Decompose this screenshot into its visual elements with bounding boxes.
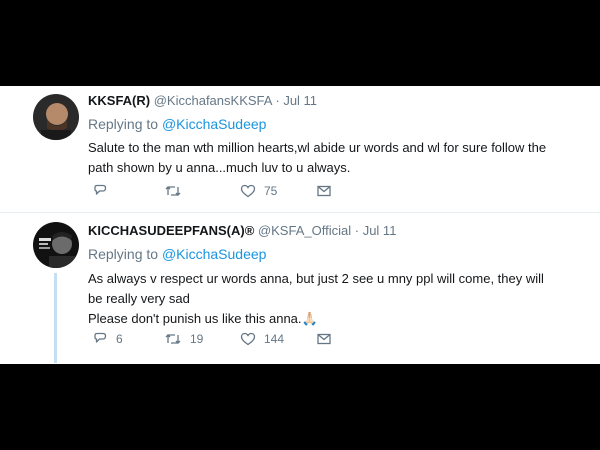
page: { "tweets": [ { "display_name": "KKSFA(R… (0, 0, 600, 450)
retweet-button[interactable]: 19 (164, 330, 203, 348)
replying-prefix: Replying to (88, 246, 159, 262)
tweet-date[interactable]: Jul 11 (363, 223, 397, 238)
handle[interactable]: @KicchafansKKSFA (154, 93, 272, 108)
thread-line (54, 273, 57, 363)
message-icon (317, 333, 331, 345)
avatar-image (33, 94, 79, 140)
reply-icon (94, 184, 107, 195)
retweet-icon (165, 334, 181, 344)
tweet-header: KKSFA(R) @KicchafansKKSFA · Jul 11 (88, 93, 317, 108)
tweet[interactable]: KICCHASUDEEPFANS(A)® @KSFA_Official · Ju… (0, 213, 600, 364)
retweet-button[interactable] (164, 182, 190, 200)
message-icon (317, 185, 331, 197)
retweet-count: 19 (190, 332, 204, 346)
display-name[interactable]: KICCHASUDEEPFANS(A)® (88, 223, 254, 238)
tweet[interactable]: KKSFA(R) @KicchafansKKSFA · Jul 11 Reply… (0, 86, 600, 213)
tweet-date[interactable]: Jul 11 (283, 93, 317, 108)
reply-button[interactable]: 6 (92, 330, 123, 348)
replying-to: Replying to @KicchaSudeep (88, 246, 266, 262)
mention-link[interactable]: @KicchaSudeep (162, 116, 267, 132)
reply-count: 6 (116, 332, 123, 346)
separator-dot: · (275, 93, 280, 108)
separator-dot: · (354, 223, 360, 238)
display-name[interactable]: KKSFA(R) (88, 93, 150, 108)
handle[interactable]: @KSFA_Official (258, 223, 351, 238)
tweet-text-line: As always v respect ur words anna, but j… (88, 271, 544, 286)
mention-link[interactable]: @KicchaSudeep (162, 246, 267, 262)
replying-to: Replying to @KicchaSudeep (88, 116, 266, 132)
retweet-icon (165, 186, 181, 196)
reply-icon (94, 332, 107, 343)
tweet-thread: KKSFA(R) @KicchafansKKSFA · Jul 11 Reply… (0, 86, 600, 364)
tweet-text-line: Please don't punish us like this anna.🙏🏻 (88, 311, 318, 326)
like-count: 75 (264, 184, 278, 198)
avatar[interactable] (33, 222, 79, 268)
message-button[interactable] (316, 182, 332, 200)
reply-button[interactable] (92, 182, 116, 200)
like-icon (240, 184, 256, 198)
tweet-text-line: Salute to the man wth million hearts,wl … (88, 140, 547, 155)
tweet-text: Salute to the man wth million hearts,wl … (88, 138, 588, 178)
message-button[interactable] (316, 330, 332, 348)
like-icon (240, 332, 256, 346)
tweet-text: As always v respect ur words anna, but j… (88, 269, 588, 329)
like-button[interactable]: 75 (240, 182, 277, 200)
tweet-text-line: be really very sad (88, 291, 190, 306)
tweet-text-line: path shown by u anna...much luv to u alw… (88, 160, 351, 175)
like-count: 144 (264, 332, 285, 346)
avatar-image (33, 222, 79, 268)
replying-prefix: Replying to (88, 116, 159, 132)
like-button[interactable]: 144 (240, 330, 284, 348)
tweet-header: KICCHASUDEEPFANS(A)® @KSFA_Official · Ju… (88, 223, 396, 238)
avatar[interactable] (33, 94, 79, 140)
